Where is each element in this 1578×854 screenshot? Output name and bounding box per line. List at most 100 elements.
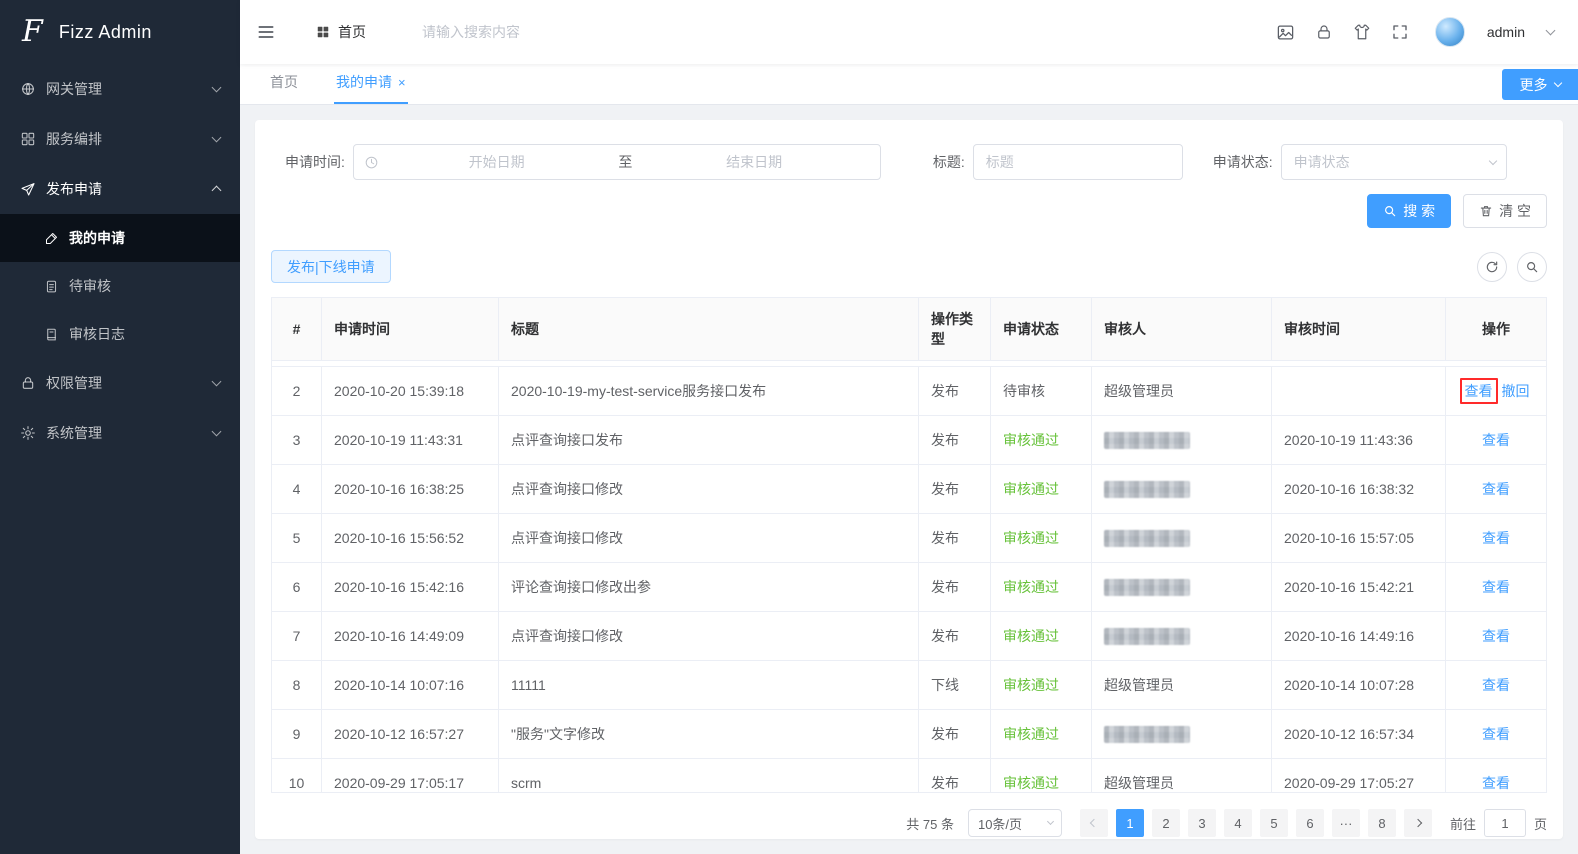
action-link[interactable]: 查看 [1482, 430, 1510, 450]
more-button[interactable]: 更多 [1502, 69, 1578, 100]
clear-button[interactable]: 清 空 [1463, 194, 1547, 228]
table-cell: 2020-10-20 15:39:18 [322, 367, 499, 415]
page-button[interactable]: 2 [1151, 809, 1180, 837]
table-row: 3 2020-10-19 11:43:31 点评查询接口发布 发布 审核通过 2020-1… [272, 416, 1546, 465]
chevron-down-icon [1553, 78, 1562, 88]
tab-bar: 首页 我的申请 × 更多 [240, 64, 1578, 105]
table-cell: 超级管理员 [1092, 367, 1272, 415]
content-area: 申请时间: 至 标题: 申请状态: 申请状态 [240, 105, 1578, 854]
table-cell: 2020-10-12 16:57:27 [322, 710, 499, 758]
lock-icon[interactable] [1315, 23, 1333, 41]
page-size-value: 10条/页 [977, 816, 1023, 832]
action-link[interactable]: 查看 [1482, 773, 1510, 792]
table-cell: 发布 [919, 563, 991, 611]
end-date-input[interactable] [638, 154, 870, 170]
user-avatar[interactable] [1434, 17, 1465, 47]
screenshot-icon[interactable] [1276, 23, 1295, 42]
table-cell: 2020-09-29 17:05:27 [1272, 759, 1446, 792]
breadcrumb-home[interactable]: 首页 [316, 22, 366, 42]
theme-skin-icon[interactable] [1353, 23, 1371, 41]
tab-my-applications[interactable]: 我的申请 × [334, 72, 408, 104]
action-link[interactable]: 查看 [1482, 626, 1510, 646]
goto-page-input[interactable] [1483, 809, 1526, 837]
status-text: 审核通过 [1003, 677, 1059, 693]
action-link[interactable]: 查看 [1465, 383, 1493, 399]
status-text: 审核通过 [1003, 726, 1059, 742]
blurred-reviewer [1104, 529, 1190, 547]
grid-icon [317, 26, 329, 38]
sidebar-item-permissions[interactable]: 权限管理 [0, 358, 240, 408]
page-button[interactable]: 1 [1115, 809, 1144, 837]
page-button[interactable]: 3 [1187, 809, 1216, 837]
header-search-input[interactable] [422, 24, 652, 40]
username-label[interactable]: admin [1487, 24, 1525, 40]
clock-icon [364, 155, 379, 170]
sidebar-item-my-applications[interactable]: 我的申请 [0, 214, 240, 262]
column-header: # [272, 298, 322, 360]
next-page-button[interactable] [1403, 809, 1432, 837]
prev-page-button[interactable] [1079, 809, 1108, 837]
filter-actions: 搜 索 清 空 [271, 194, 1547, 228]
table-cell: 查看 撤回 [1446, 367, 1546, 415]
table-cell [1092, 514, 1272, 562]
breadcrumb-label: 首页 [338, 24, 366, 40]
sidebar-item-pending-review[interactable]: 待审核 [0, 262, 240, 310]
status-text: 审核通过 [1003, 775, 1059, 791]
hamburger-menu-icon[interactable] [256, 22, 276, 42]
status-select[interactable]: 申请状态 [1280, 144, 1507, 180]
gateway-icon [22, 83, 34, 95]
table-cell: "服务"文字修改 [499, 710, 919, 758]
page-size-select[interactable]: 10条/页 [967, 809, 1062, 837]
action-link[interactable]: 查看 [1482, 528, 1510, 548]
table-cell: 点评查询接口修改 [499, 514, 919, 562]
goto-unit-label: 页 [1533, 816, 1547, 832]
more-pages-button[interactable]: ··· [1331, 809, 1360, 837]
title-filter-input[interactable] [972, 144, 1183, 180]
sidebar-menu: 网关管理 服务编排 发布申请 我的申请 待审核 审核日志 权限管理 系统管理 [0, 64, 240, 458]
sidebar-item-publish-apply[interactable]: 发布申请 [0, 164, 240, 214]
tab-home[interactable]: 首页 [268, 72, 300, 104]
search-button-label: 搜 索 [1403, 203, 1436, 219]
action-link[interactable]: 查看 [1482, 577, 1510, 597]
status-text: 审核通过 [1003, 579, 1059, 595]
action-link[interactable]: 查看 [1482, 479, 1510, 499]
column-header: 申请状态 [991, 298, 1092, 360]
sidebar-item-label: 服务编排 [46, 131, 102, 147]
page-button[interactable]: 8 [1367, 809, 1396, 837]
column-search-button[interactable] [1517, 251, 1547, 282]
table-cell: 6 [272, 563, 322, 611]
tab-label: 我的申请 [336, 74, 392, 90]
close-tab-icon[interactable]: × [398, 76, 406, 89]
main-area: 首页 admin [240, 0, 1578, 854]
table-cell: 5 [272, 514, 322, 562]
page-button[interactable]: 4 [1223, 809, 1252, 837]
apply-time-label: 申请时间: [285, 154, 345, 170]
page-button[interactable]: 5 [1259, 809, 1288, 837]
date-range-picker[interactable]: 至 [352, 144, 881, 180]
publish-offline-button[interactable]: 发布|下线申请 [271, 250, 391, 283]
sidebar-item-gateway[interactable]: 网关管理 [0, 64, 240, 114]
action-link[interactable]: 撤回 [1502, 381, 1530, 401]
chevron-down-icon[interactable] [1545, 25, 1556, 36]
table-cell: 查看 [1446, 563, 1546, 611]
table-cell: 查看 [1446, 759, 1546, 792]
search-icon [1527, 261, 1538, 272]
search-button[interactable]: 搜 索 [1367, 194, 1452, 228]
start-date-input[interactable] [380, 154, 613, 170]
refresh-button[interactable] [1477, 251, 1507, 282]
table-row: 6 2020-10-16 15:42:16 评论查询接口修改出参 发布 审核通过 2020… [272, 563, 1546, 612]
fullscreen-icon[interactable] [1391, 23, 1409, 41]
table-body: 2 2020-10-20 15:39:18 2020-10-19-my-test-s… [272, 361, 1546, 792]
table-cell: 发布 [919, 465, 991, 513]
action-link[interactable]: 查看 [1482, 675, 1510, 695]
action-link[interactable]: 查看 [1482, 724, 1510, 744]
table-cell: 查看 [1446, 661, 1546, 709]
date-range-separator: 至 [618, 154, 633, 170]
pagination-total: 共 75 条 [906, 816, 954, 832]
table-header: # 申请时间 标题 操作类型 申请状态 审核人 审核时间 操作 [272, 298, 1546, 361]
sidebar-item-orchestration[interactable]: 服务编排 [0, 114, 240, 164]
sidebar-item-review-log[interactable]: 审核日志 [0, 310, 240, 358]
page-button[interactable]: 6 [1295, 809, 1324, 837]
sidebar-item-system[interactable]: 系统管理 [0, 408, 240, 458]
table-toolbar: 发布|下线申请 [271, 250, 1547, 283]
